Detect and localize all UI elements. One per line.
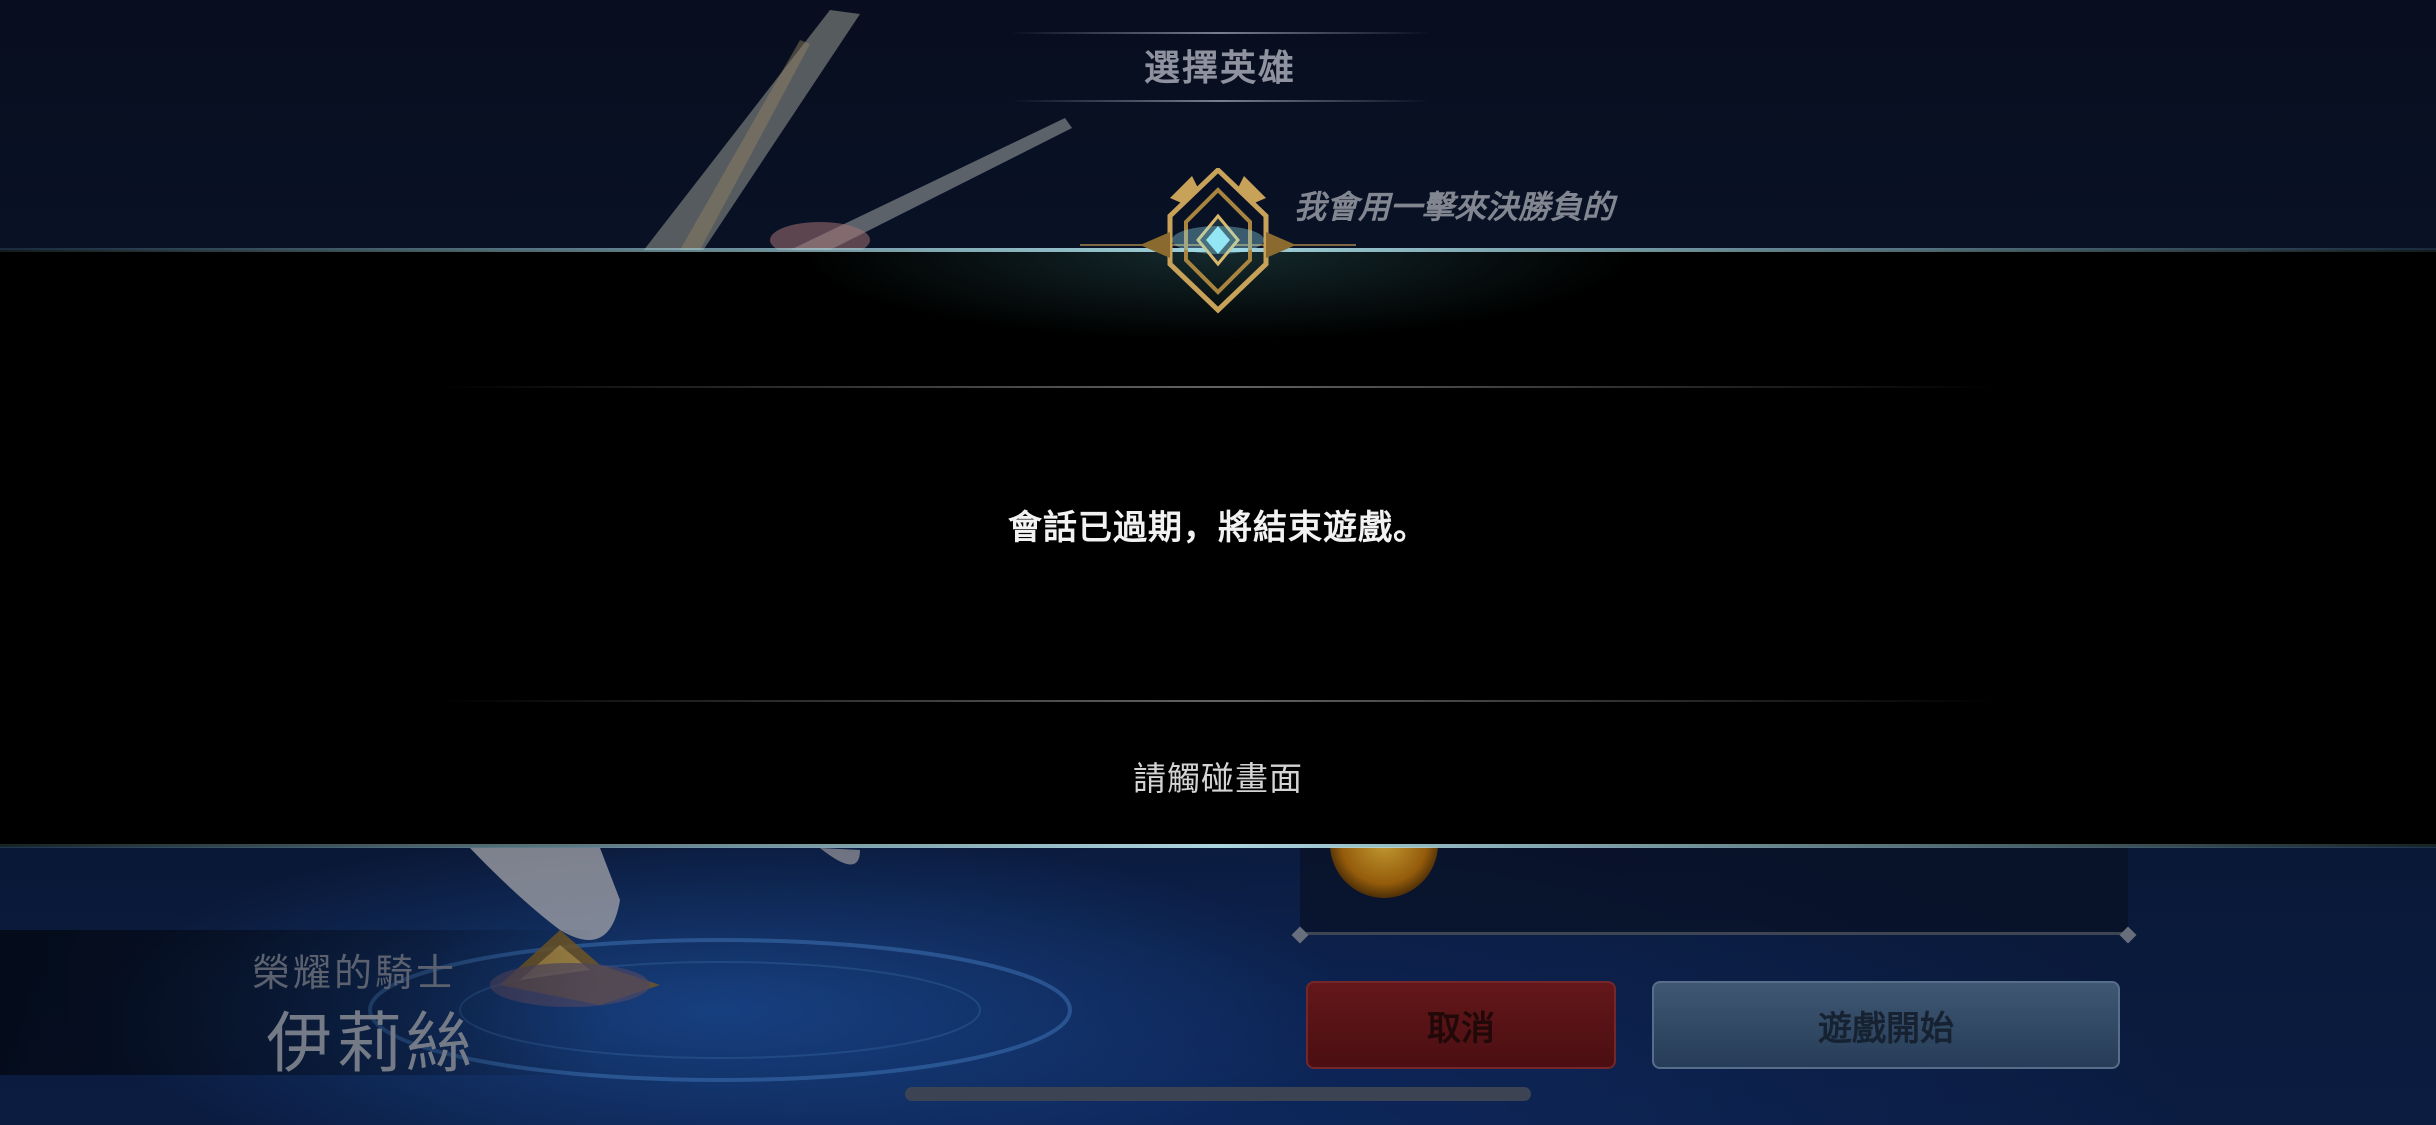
dialog-divider-bottom — [440, 700, 1996, 702]
dialog-message: 會話已過期，將結束遊戲。 — [1008, 508, 1428, 548]
home-indicator[interactable] — [905, 1087, 1531, 1101]
dialog-border-bottom — [0, 844, 2436, 848]
dialog-divider-top — [440, 386, 1996, 388]
touch-screen-prompt[interactable]: 請觸碰畫面 — [0, 752, 2436, 800]
dialog-emblem-icon — [1080, 168, 1356, 314]
